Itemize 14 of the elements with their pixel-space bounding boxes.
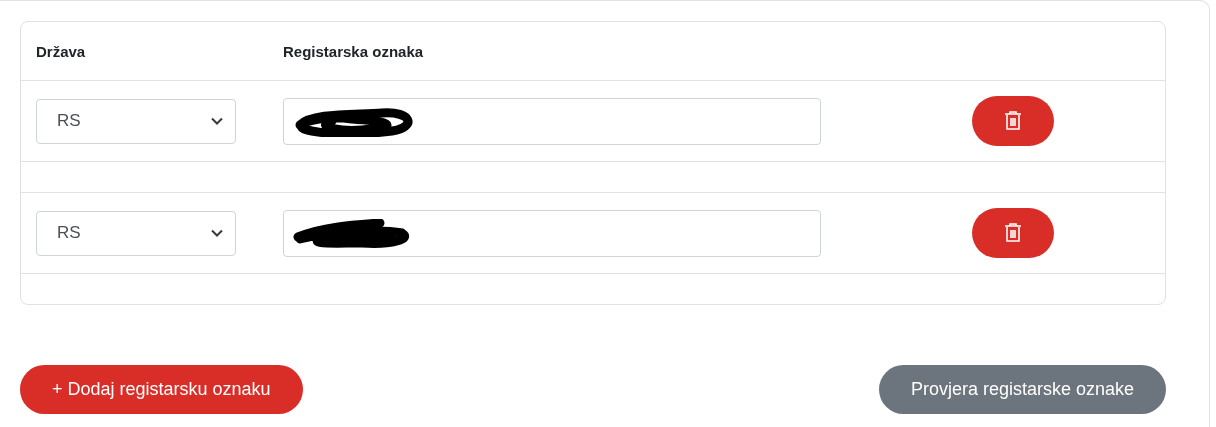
trash-icon [1004,111,1022,131]
country-select[interactable]: RS [36,98,236,144]
trash-icon [1004,223,1022,243]
delete-button[interactable] [972,96,1054,146]
delete-button[interactable] [972,208,1054,258]
check-plate-button[interactable]: Provjera registarske oznake [878,365,1166,414]
chevron-down-icon [211,229,223,237]
plate-input[interactable] [283,97,821,145]
add-plate-button[interactable]: + Dodaj registarsku oznaku [20,365,303,414]
column-header: Država [36,42,87,60]
plate-input[interactable] [283,209,821,257]
country-select[interactable]: RS [36,210,236,256]
chevron-down-icon [211,117,223,125]
column-header: Registarska oznaka [283,42,425,60]
